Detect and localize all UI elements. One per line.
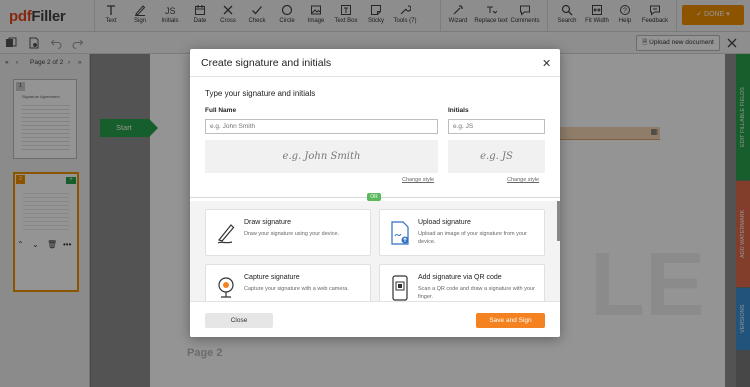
upload-signature-card[interactable]: Upload signature Upload an image of your… xyxy=(379,209,545,256)
qr-code-signature-card[interactable]: Add signature via QR code Scan a QR code… xyxy=(379,264,545,301)
initials-change-style-link[interactable]: Change style xyxy=(507,177,539,183)
card-description: Capture your signature with a web camera… xyxy=(244,286,349,292)
card-title: Add signature via QR code xyxy=(418,274,502,281)
initials-input[interactable] xyxy=(448,119,545,134)
signature-dialog: Create signature and initials ✕ Type you… xyxy=(190,49,560,337)
full-name-change-style-link[interactable]: Change style xyxy=(402,177,434,183)
card-title: Draw signature xyxy=(244,219,292,226)
initials-signature-preview[interactable]: e.g. JS xyxy=(448,140,545,173)
card-description: Draw your signature using your device. xyxy=(244,231,340,237)
card-description: Scan a QR code and draw a signature with… xyxy=(418,286,535,300)
webcam-icon xyxy=(218,277,234,298)
full-name-signature-preview[interactable]: e.g. John Smith xyxy=(205,140,438,173)
card-title: Upload signature xyxy=(418,219,471,226)
signature-options: Draw signature Draw your signature using… xyxy=(190,201,560,301)
initials-label: Initials xyxy=(448,107,469,114)
card-title: Capture signature xyxy=(244,274,300,281)
full-name-label: Full Name xyxy=(205,107,237,114)
draw-signature-card[interactable]: Draw signature Draw your signature using… xyxy=(205,209,371,256)
capture-signature-card[interactable]: Capture signature Capture your signature… xyxy=(205,264,371,301)
dialog-header: Create signature and initials ✕ xyxy=(190,49,560,77)
save-and-sign-button[interactable]: Save and Sign xyxy=(476,313,545,328)
full-name-input[interactable] xyxy=(205,119,438,134)
draw-pen-icon xyxy=(217,224,235,244)
upload-signature-icon xyxy=(391,221,409,245)
qr-phone-icon xyxy=(392,275,408,301)
or-badge: OR xyxy=(367,193,381,201)
options-scrollbar[interactable] xyxy=(557,201,560,241)
dialog-footer: Close Save and Sign xyxy=(190,301,560,337)
close-button[interactable]: Close xyxy=(205,313,273,328)
close-icon[interactable]: ✕ xyxy=(542,57,551,70)
card-description: Upload an image of your signature from y… xyxy=(418,231,527,245)
section-title: Type your signature and initials xyxy=(205,89,316,98)
dialog-title: Create signature and initials xyxy=(201,57,332,69)
